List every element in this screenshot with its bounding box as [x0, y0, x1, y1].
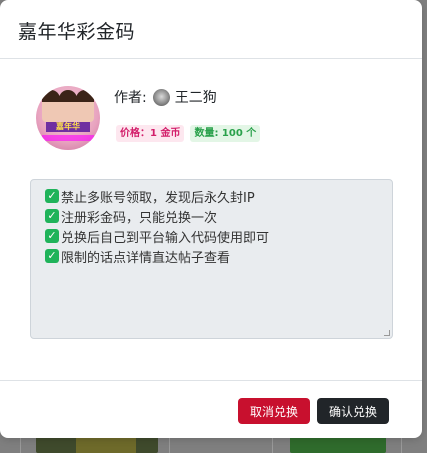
check-icon: ✓	[45, 189, 59, 203]
check-icon: ✓	[45, 249, 59, 263]
rule-text: 兑换后自己到平台输入代码使用即可	[61, 230, 270, 246]
rule-item: ✓ 注册彩金码，只能兑换一次	[45, 206, 392, 226]
quantity-badge: 数量: 100 个	[190, 125, 261, 142]
modal-footer: 取消兑换 确认兑换	[0, 380, 422, 438]
rule-item: ✓ 限制的话点详情直达帖子查看	[45, 246, 392, 266]
cancel-redeem-button[interactable]: 取消兑换	[238, 398, 310, 424]
rule-item: ✓ 禁止多账号领取，发现后永久封IP	[45, 186, 392, 206]
rule-text: 注册彩金码，只能兑换一次	[61, 210, 218, 226]
code-avatar-image: 嘉年华	[36, 86, 100, 150]
rule-item: ✓ 兑换后自己到平台输入代码使用即可	[45, 226, 392, 246]
author-line: 作者: 王二狗	[114, 87, 217, 107]
author-name: 王二狗	[174, 90, 217, 106]
rule-text: 禁止多账号领取，发现后永久封IP	[61, 190, 255, 206]
confirm-redeem-button[interactable]: 确认兑换	[317, 398, 389, 424]
badges: 价格：1 金币 数量: 100 个	[116, 125, 261, 142]
check-icon: ✓	[45, 229, 59, 243]
avatar-banner-text: 嘉年华	[46, 122, 90, 132]
author-avatar	[152, 88, 170, 106]
modal-title: 嘉年华彩金码	[18, 21, 136, 43]
rule-text: 限制的话点详情直达帖子查看	[61, 250, 231, 266]
price-badge: 价格：1 金币	[116, 125, 185, 142]
redeem-modal: 嘉年华彩金码 嘉年华 作者: 王二狗 价格：1 金币 数量: 100 个 ✓ 禁…	[0, 0, 422, 438]
check-icon: ✓	[45, 209, 59, 223]
author-label: 作者:	[114, 90, 147, 106]
modal-header: 嘉年华彩金码	[0, 0, 422, 59]
resize-handle[interactable]	[384, 330, 390, 336]
code-info: 嘉年华 作者: 王二狗 价格：1 金币 数量: 100 个	[36, 86, 396, 152]
rules-textarea[interactable]: ✓ 禁止多账号领取，发现后永久封IP ✓ 注册彩金码，只能兑换一次 ✓ 兑换后自…	[30, 179, 393, 339]
